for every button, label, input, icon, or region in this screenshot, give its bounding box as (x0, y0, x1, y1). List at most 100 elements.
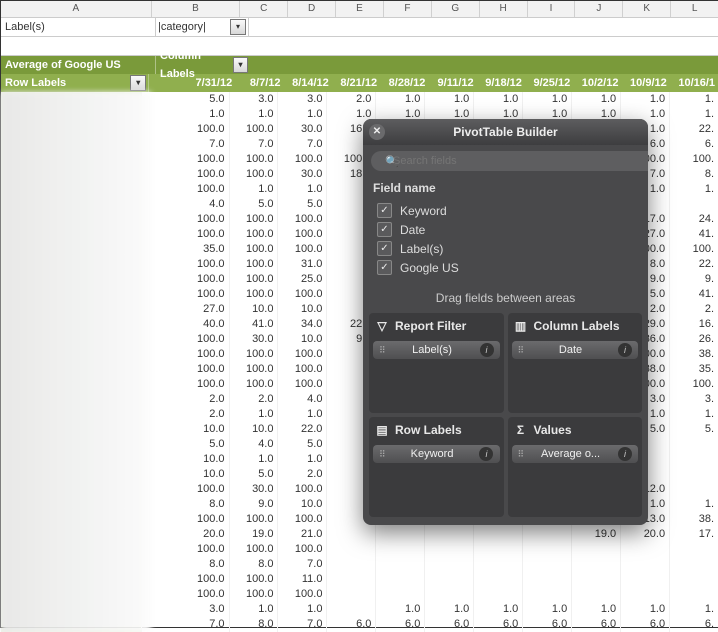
date-header[interactable]: 10/9/12 (622, 74, 670, 92)
data-cell[interactable]: 10.0 (142, 452, 229, 467)
data-cell[interactable] (523, 587, 572, 602)
data-cell[interactable] (572, 587, 621, 602)
col-header[interactable]: F (384, 1, 432, 17)
col-header[interactable]: B (152, 1, 241, 17)
data-cell[interactable]: 100.0 (142, 167, 229, 182)
area-values[interactable]: Σ Values ⠿ Average o... i (508, 417, 643, 517)
data-cell[interactable] (425, 527, 474, 542)
data-cell[interactable]: 7.0 (142, 617, 229, 632)
data-cell[interactable]: 100.0 (230, 122, 279, 137)
data-cell[interactable]: 5.0 (230, 197, 279, 212)
data-cell[interactable]: 100.0 (142, 332, 229, 347)
data-cell[interactable]: 10.0 (278, 332, 327, 347)
data-cell[interactable]: 6.0 (572, 617, 621, 632)
data-cell[interactable]: 1. (670, 107, 718, 122)
data-cell[interactable]: 2. (670, 302, 718, 317)
data-cell[interactable]: 5.0 (142, 437, 229, 452)
info-icon[interactable]: i (480, 343, 494, 357)
data-cell[interactable]: 3.0 (278, 92, 327, 107)
data-cell[interactable]: 100.0 (230, 587, 279, 602)
data-cell[interactable]: 11.0 (278, 572, 327, 587)
data-cell[interactable]: 30.0 (230, 482, 279, 497)
pill-column-labels[interactable]: ⠿ Date i (512, 341, 639, 359)
data-cell[interactable]: 3.0 (142, 602, 229, 617)
data-cell[interactable]: 100.0 (278, 287, 327, 302)
data-cell[interactable] (376, 572, 425, 587)
data-cell[interactable] (670, 482, 718, 497)
data-cell[interactable] (474, 587, 523, 602)
data-cell[interactable]: 100.0 (278, 242, 327, 257)
date-header[interactable]: 8/28/12 (381, 74, 429, 92)
checkbox-checked-icon[interactable]: ✓ (377, 260, 392, 275)
data-cell[interactable]: 100.0 (142, 152, 229, 167)
data-cell[interactable]: 40.0 (142, 317, 229, 332)
data-cell[interactable]: 1.0 (278, 107, 327, 122)
pill-row-labels[interactable]: ⠿ Keyword i (373, 445, 500, 463)
data-cell[interactable]: 31.0 (278, 257, 327, 272)
data-cell[interactable]: 100.0 (142, 572, 229, 587)
date-header[interactable]: 9/25/12 (526, 74, 574, 92)
col-header[interactable]: H (480, 1, 528, 17)
data-cell[interactable] (474, 542, 523, 557)
data-cell[interactable]: 1.0 (523, 602, 572, 617)
data-cell[interactable]: 10.0 (142, 422, 229, 437)
data-cell[interactable]: 7.0 (142, 137, 229, 152)
info-icon[interactable]: i (618, 343, 632, 357)
data-cell[interactable]: 5. (670, 422, 718, 437)
data-cell[interactable]: 100.0 (142, 257, 229, 272)
data-cell[interactable]: 10.0 (278, 302, 327, 317)
data-cell[interactable] (670, 587, 718, 602)
date-header[interactable]: 9/18/12 (478, 74, 526, 92)
col-header[interactable]: I (528, 1, 576, 17)
field-item-keyword[interactable]: ✓ Keyword (371, 201, 640, 220)
col-header[interactable]: G (432, 1, 480, 17)
area-report-filter[interactable]: ▽ Report Filter ⠿ Label(s) i (369, 313, 504, 413)
data-cell[interactable]: 20.0 (621, 527, 670, 542)
date-header[interactable]: 9/11/12 (429, 74, 477, 92)
data-cell[interactable]: 30.0 (278, 122, 327, 137)
data-cell[interactable]: 10.0 (142, 467, 229, 482)
data-cell[interactable]: 1. (670, 182, 718, 197)
search-input[interactable] (371, 151, 648, 171)
data-cell[interactable]: 38. (670, 347, 718, 362)
data-cell[interactable]: 100.0 (230, 167, 279, 182)
data-cell[interactable]: 100.0 (142, 227, 229, 242)
data-cell[interactable]: 1.0 (376, 602, 425, 617)
checkbox-checked-icon[interactable]: ✓ (377, 222, 392, 237)
data-cell[interactable]: 5.0 (278, 197, 327, 212)
data-cell[interactable]: 1.0 (572, 602, 621, 617)
close-icon[interactable]: ✕ (369, 124, 385, 140)
data-cell[interactable]: 100.0 (230, 272, 279, 287)
data-cell[interactable]: 100. (670, 377, 718, 392)
col-header[interactable]: K (623, 1, 671, 17)
data-cell[interactable]: 100.0 (278, 212, 327, 227)
data-cell[interactable] (474, 557, 523, 572)
data-cell[interactable] (572, 557, 621, 572)
data-cell[interactable]: 100.0 (230, 347, 279, 362)
data-cell[interactable]: 35. (670, 362, 718, 377)
data-cell[interactable]: 22. (670, 122, 718, 137)
report-filter-value-cell[interactable]: |category| ▾ (156, 18, 249, 36)
data-cell[interactable]: 1. (670, 497, 718, 512)
data-cell[interactable]: 100.0 (230, 287, 279, 302)
date-header[interactable]: 8/21/12 (333, 74, 381, 92)
data-cell[interactable]: 6. (670, 137, 718, 152)
data-cell[interactable]: 41. (670, 287, 718, 302)
data-cell[interactable] (425, 587, 474, 602)
data-cell[interactable] (474, 572, 523, 587)
pill-values[interactable]: ⠿ Average o... i (512, 445, 639, 463)
data-cell[interactable] (670, 542, 718, 557)
data-cell[interactable]: 100. (670, 242, 718, 257)
data-cell[interactable]: 5.0 (278, 437, 327, 452)
data-cell[interactable]: 1.0 (474, 92, 523, 107)
data-cell[interactable]: 5.0 (142, 92, 229, 107)
date-header[interactable]: 10/2/12 (574, 74, 622, 92)
data-cell[interactable]: 2.0 (142, 392, 229, 407)
data-cell[interactable]: 41. (670, 227, 718, 242)
data-cell[interactable]: 1.0 (523, 92, 572, 107)
data-cell[interactable]: 100.0 (278, 587, 327, 602)
data-cell[interactable]: 100.0 (142, 212, 229, 227)
data-cell[interactable] (327, 557, 376, 572)
data-cell[interactable]: 100.0 (142, 587, 229, 602)
date-header[interactable]: 10/16/1 (671, 74, 718, 92)
